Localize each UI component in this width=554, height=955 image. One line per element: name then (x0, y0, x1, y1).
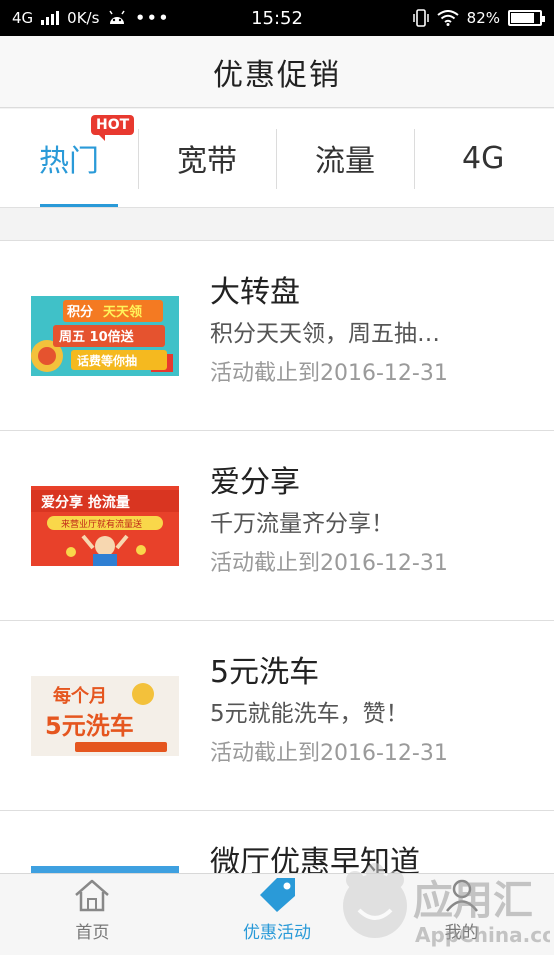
banner-text: 周五 10倍送 (59, 329, 135, 345)
banner-text: 爱分享 抢流量 (41, 494, 130, 511)
tag-icon (260, 878, 295, 912)
promo-banner-image: 每个月 5元洗车 (31, 676, 179, 756)
banner-text: 天天领 (103, 304, 142, 320)
nav-mine[interactable]: 我的 (369, 874, 554, 955)
tab-label: 宽带 (177, 144, 237, 179)
nav-label: 优惠活动 (243, 923, 311, 943)
promo-title: 爱分享 (210, 465, 300, 500)
promo-deadline: 活动截止到2016-12-31 (210, 741, 448, 766)
promo-deadline: 活动截止到2016-12-31 (210, 551, 448, 576)
network-speed: 0K/s (67, 9, 100, 27)
network-type: 4G (12, 9, 34, 27)
hot-badge: HOT (91, 115, 135, 141)
tab-broadband[interactable]: 宽带 (138, 109, 276, 207)
signal-icon (41, 11, 60, 25)
tab-label: 流量 (315, 144, 375, 179)
promo-description: 积分天天领，周五抽… (210, 321, 440, 347)
home-icon (75, 879, 110, 912)
tab-4g[interactable]: 4G (414, 109, 554, 207)
bottom-navigation: 首页 优惠活动 我的 (0, 873, 554, 955)
nav-label: 我的 (444, 923, 479, 943)
page-title: 优惠促销 (213, 57, 341, 93)
nav-home[interactable]: 首页 (0, 874, 185, 955)
promo-title: 5元洗车 (210, 655, 320, 690)
nav-promotions[interactable]: 优惠活动 (185, 874, 370, 955)
banner-text: 5元洗车 (45, 712, 134, 740)
category-tabs: 热门 HOT 宽带 流量 4G (0, 109, 554, 208)
tab-data[interactable]: 流量 (276, 109, 414, 207)
banner-text: 每个月 (53, 685, 107, 707)
promotion-list: 积分 天天领 周五 10倍送 话费等你抽 大转盘 积分天天领，周五抽… 活动截止… (0, 240, 554, 955)
banner-text: 积分 (67, 304, 93, 320)
nav-label: 首页 (75, 923, 110, 943)
status-bar: 4G 0K/s ••• 15:52 82% (0, 0, 554, 36)
user-icon (445, 879, 478, 912)
promo-banner-image: 积分 天天领 周五 10倍送 话费等你抽 (31, 296, 179, 376)
promo-banner-image: 爱分享 抢流量 来营业厅就有流量送 (31, 486, 179, 566)
battery-icon (508, 10, 545, 26)
tab-label: 4G (462, 140, 505, 176)
promo-description: 千万流量齐分享！ (210, 511, 394, 537)
promo-title: 大转盘 (210, 275, 300, 310)
promo-description: 5元就能洗车，赞！ (210, 701, 409, 727)
android-icon (109, 10, 126, 24)
title-bar: 优惠促销 (0, 36, 554, 108)
banner-text: 来营业厅就有流量送 (61, 518, 142, 530)
more-notifications-icon: ••• (135, 9, 171, 27)
promotion-item[interactable]: 积分 天天领 周五 10倍送 话费等你抽 大转盘 积分天天领，周五抽… 活动截止… (0, 240, 554, 430)
tab-hot[interactable]: 热门 HOT (0, 109, 138, 207)
vibrate-icon (412, 9, 429, 27)
wifi-icon (437, 10, 459, 26)
tab-label: 热门 (39, 144, 99, 179)
promotion-item[interactable]: 爱分享 抢流量 来营业厅就有流量送 爱分享 千万流量齐分享！ 活动截止到2016… (0, 430, 554, 620)
promo-deadline: 活动截止到2016-12-31 (210, 361, 448, 386)
banner-text: 话费等你抽 (77, 353, 137, 368)
promotion-item[interactable]: 每个月 5元洗车 5元洗车 5元就能洗车，赞！ 活动截止到2016-12-31 (0, 620, 554, 810)
battery-percent: 82% (466, 9, 500, 27)
